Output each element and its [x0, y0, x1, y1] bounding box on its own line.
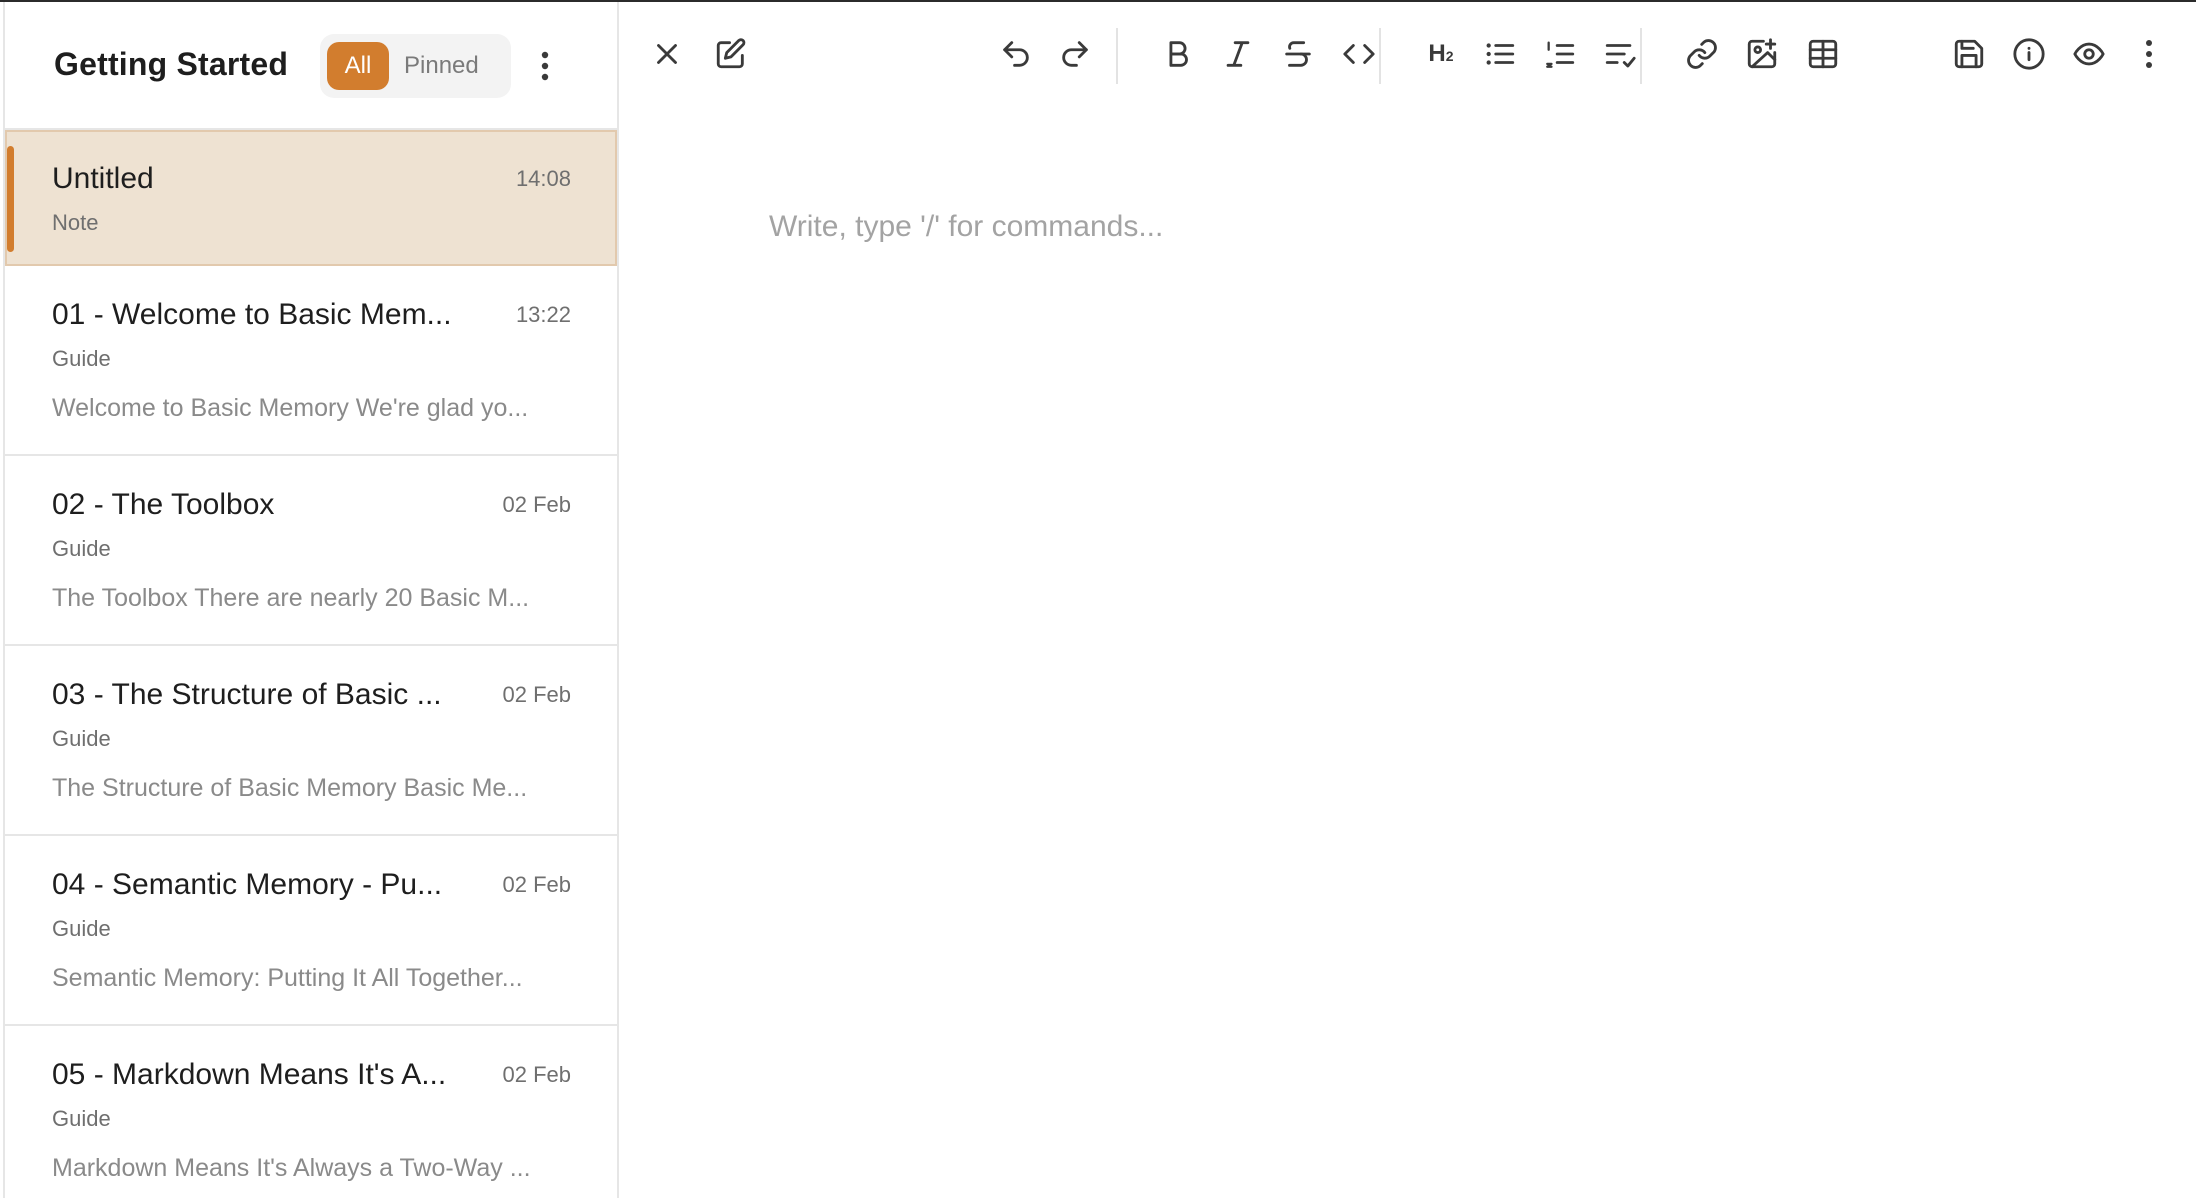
note-list-item[interactable]: 03 - The Structure of Basic ... 02 Feb G…	[5, 646, 617, 836]
notes-sidebar: Getting Started All Pinned Untitled 14:0…	[3, 2, 619, 1198]
link-icon[interactable]	[1680, 32, 1724, 76]
note-time: 02 Feb	[502, 492, 572, 517]
info-icon[interactable]	[2007, 32, 2051, 76]
note-list: Untitled 14:08 Note 01 - Welcome to Basi…	[5, 130, 617, 1198]
filter-all-button[interactable]: All	[327, 42, 389, 90]
note-title: Untitled	[52, 162, 154, 195]
note-preview: Markdown Means It's Always a Two-Way ...	[52, 1154, 531, 1182]
heading-letter: H	[1428, 40, 1446, 67]
checklist-icon[interactable]	[1598, 32, 1642, 76]
note-preview: The Structure of Basic Memory Basic Me..…	[52, 774, 528, 802]
filter-segmented-control: All Pinned	[320, 34, 511, 98]
note-type: Guide	[52, 726, 111, 751]
note-type: Note	[52, 210, 99, 235]
note-preview: Semantic Memory: Putting It All Together…	[52, 964, 523, 992]
editor-placeholder: Write, type '/' for commands...	[769, 210, 1164, 243]
toolbar-separator	[1640, 28, 1642, 84]
note-title: 02 - The Toolbox	[52, 488, 275, 521]
heading-icon[interactable]: H2	[1419, 32, 1463, 76]
note-time: 14:08	[515, 166, 571, 191]
note-list-item[interactable]: 04 - Semantic Memory - Pu... 02 Feb Guid…	[5, 836, 617, 1026]
note-type: Guide	[52, 1106, 111, 1131]
filter-pinned-button[interactable]: Pinned	[404, 42, 479, 90]
note-type: Guide	[52, 346, 111, 371]
heading-level: 2	[1445, 48, 1454, 64]
folder-title: Getting Started	[54, 46, 289, 82]
bold-icon[interactable]	[1156, 32, 1200, 76]
note-time: 02 Feb	[502, 872, 572, 897]
note-time: 13:22	[515, 302, 571, 327]
more-vertical-icon[interactable]	[2127, 32, 2171, 76]
active-indicator	[7, 146, 14, 252]
note-title: 01 - Welcome to Basic Mem...	[52, 298, 452, 331]
note-preview: The Toolbox There are nearly 20 Basic M.…	[52, 584, 530, 612]
bullet-list-icon[interactable]	[1478, 32, 1522, 76]
numbered-list-icon[interactable]	[1538, 32, 1582, 76]
table-icon[interactable]	[1801, 32, 1845, 76]
editor-content-area[interactable]: Write, type '/' for commands...	[621, 106, 2196, 1198]
redo-icon[interactable]	[1053, 32, 1097, 76]
undo-icon[interactable]	[994, 32, 1038, 76]
edit-icon[interactable]	[709, 32, 753, 76]
strikethrough-icon[interactable]	[1276, 32, 1320, 76]
editor-toolbar: H2	[621, 2, 2196, 106]
sidebar-header: Getting Started All Pinned	[5, 2, 617, 130]
note-list-item[interactable]: 01 - Welcome to Basic Mem... 13:22 Guide…	[5, 266, 617, 456]
note-title: 04 - Semantic Memory - Pu...	[52, 868, 443, 901]
italic-icon[interactable]	[1216, 32, 1260, 76]
note-list-item-active[interactable]: Untitled 14:08 Note	[5, 130, 617, 266]
note-list-item[interactable]: 02 - The Toolbox 02 Feb Guide The Toolbo…	[5, 456, 617, 646]
preview-eye-icon[interactable]	[2067, 32, 2111, 76]
note-title: 03 - The Structure of Basic ...	[52, 678, 442, 711]
note-list-item[interactable]: 05 - Markdown Means It's A... 02 Feb Gui…	[5, 1026, 617, 1198]
note-preview: Welcome to Basic Memory We're glad yo...	[52, 394, 529, 422]
toolbar-separator	[1116, 28, 1118, 84]
note-time: 02 Feb	[502, 682, 572, 707]
note-type: Guide	[52, 536, 111, 561]
save-icon[interactable]	[1947, 32, 1991, 76]
note-time: 02 Feb	[502, 1062, 572, 1087]
code-icon[interactable]	[1337, 32, 1381, 76]
note-title: 05 - Markdown Means It's A...	[52, 1058, 447, 1091]
image-icon[interactable]	[1740, 32, 1784, 76]
close-icon[interactable]	[645, 32, 689, 76]
note-type: Guide	[52, 916, 111, 941]
toolbar-separator	[1379, 28, 1381, 84]
sidebar-more-icon[interactable]	[527, 48, 563, 84]
